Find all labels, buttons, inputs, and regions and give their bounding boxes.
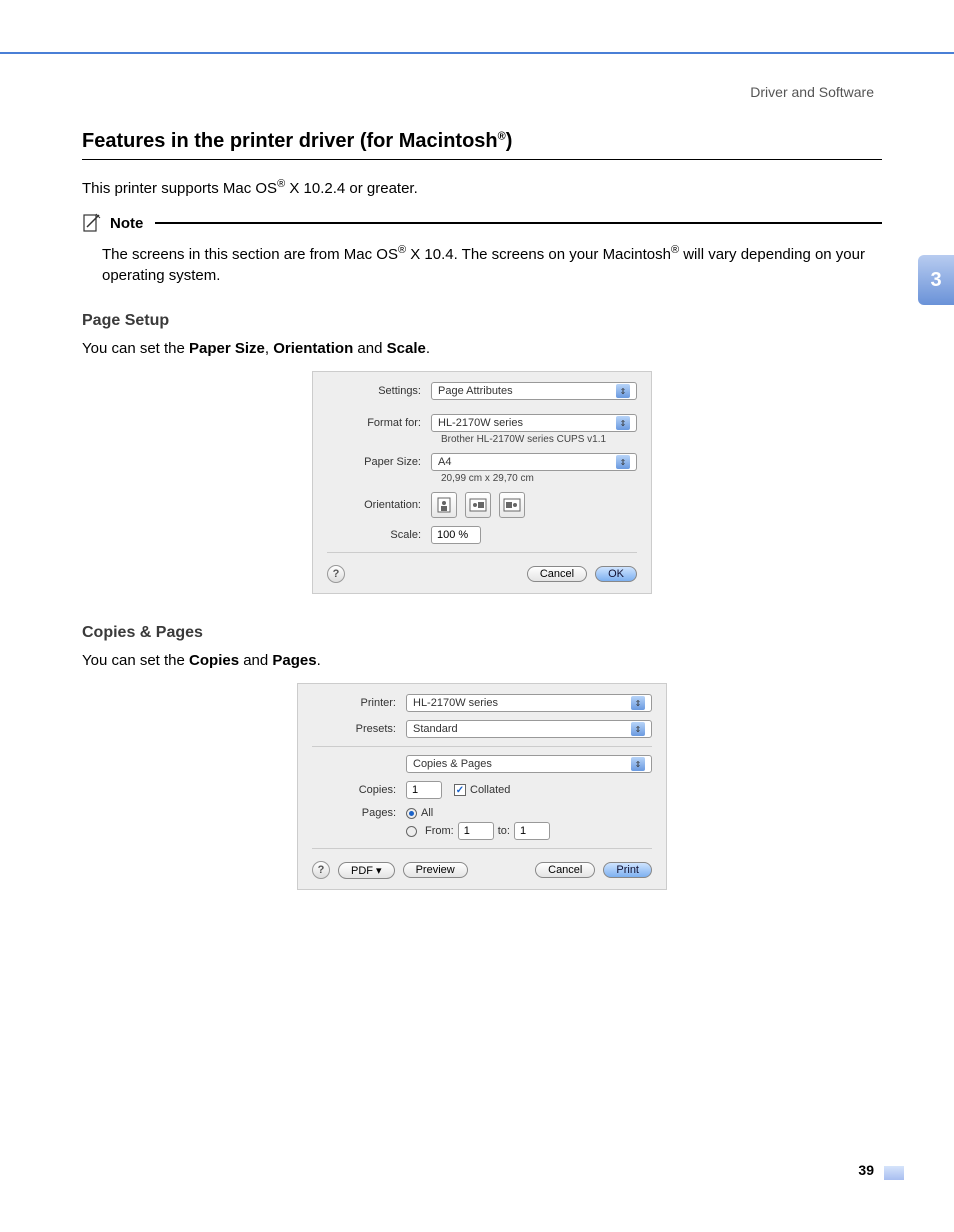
to-label: to: xyxy=(498,825,510,837)
page-setup-dialog: Settings: Page Attributes ⇕ Format for: … xyxy=(312,371,652,594)
chevron-updown-icon: ⇕ xyxy=(631,722,645,736)
paper-size-value: A4 xyxy=(438,456,451,468)
settings-value: Page Attributes xyxy=(438,385,513,397)
orientation-landscape-right-button[interactable] xyxy=(499,492,525,518)
section-page-setup-heading: Page Setup xyxy=(82,312,882,330)
desc-prefix: You can set the xyxy=(82,340,189,357)
chevron-updown-icon: ⇕ xyxy=(616,384,630,398)
page-number: 39 xyxy=(858,1162,874,1178)
section-value: Copies & Pages xyxy=(413,758,492,770)
note-body-a: The screens in this section are from Mac… xyxy=(102,246,398,263)
format-for-label: Format for: xyxy=(327,417,431,429)
note-label: Note xyxy=(110,215,143,232)
preview-button[interactable]: Preview xyxy=(403,862,468,878)
printer-value: HL-2170W series xyxy=(413,697,498,709)
orientation-landscape-left-button[interactable] xyxy=(465,492,491,518)
pages-from-input[interactable] xyxy=(458,822,494,840)
note-icon xyxy=(82,213,102,233)
from-label: From: xyxy=(425,825,454,837)
term-paper-size: Paper Size xyxy=(189,340,265,357)
divider xyxy=(312,848,652,849)
presets-value: Standard xyxy=(413,723,458,735)
chevron-updown-icon: ⇕ xyxy=(631,696,645,710)
collated-checkbox[interactable]: ✓ xyxy=(454,784,466,796)
term-pages: Pages xyxy=(272,652,316,669)
registered-mark: ® xyxy=(277,178,285,190)
cancel-button[interactable]: Cancel xyxy=(527,566,587,582)
section-copies-pages-heading: Copies & Pages xyxy=(82,624,882,642)
pages-all-label: All xyxy=(421,807,433,819)
chevron-updown-icon: ⇕ xyxy=(616,455,630,469)
intro-prefix: This printer supports Mac OS xyxy=(82,180,277,197)
term-orientation: Orientation xyxy=(273,340,353,357)
pages-all-radio[interactable] xyxy=(406,808,417,819)
settings-label: Settings: xyxy=(327,385,431,397)
paper-size-label: Paper Size: xyxy=(327,456,431,468)
paper-size-subtext: 20,99 cm x 29,70 cm xyxy=(441,473,637,484)
term-copies: Copies xyxy=(189,652,239,669)
divider xyxy=(327,552,637,553)
header-title: Driver and Software xyxy=(750,84,874,100)
chevron-updown-icon: ⇕ xyxy=(616,416,630,430)
note-divider xyxy=(155,222,882,224)
format-for-select[interactable]: HL-2170W series ⇕ xyxy=(431,414,637,432)
orientation-label: Orientation: xyxy=(327,499,431,511)
pages-to-input[interactable] xyxy=(514,822,550,840)
printer-select[interactable]: HL-2170W series ⇕ xyxy=(406,694,652,712)
heading-text-suffix: ) xyxy=(506,130,513,152)
heading-text-prefix: Features in the printer driver (for Maci… xyxy=(82,130,498,152)
cancel-button[interactable]: Cancel xyxy=(535,862,595,878)
registered-mark: ® xyxy=(498,130,506,142)
chapter-number-tab: 3 xyxy=(918,255,954,305)
sep: and xyxy=(353,340,386,357)
sep: and xyxy=(239,652,272,669)
sep: , xyxy=(265,340,273,357)
printer-label: Printer: xyxy=(312,697,406,709)
format-for-value: HL-2170W series xyxy=(438,417,523,429)
pages-label: Pages: xyxy=(312,807,406,819)
pages-from-radio[interactable] xyxy=(406,826,417,837)
paper-size-select[interactable]: A4 ⇕ xyxy=(431,453,637,471)
desc-prefix: You can set the xyxy=(82,652,189,669)
registered-mark: ® xyxy=(671,244,679,256)
scale-input[interactable] xyxy=(431,526,481,544)
ok-button[interactable]: OK xyxy=(595,566,637,582)
note-body: The screens in this section are from Mac… xyxy=(102,243,882,286)
help-button[interactable]: ? xyxy=(312,861,330,879)
format-for-subtext: Brother HL-2170W series CUPS v1.1 xyxy=(441,434,637,445)
page-title: Features in the printer driver (for Maci… xyxy=(82,130,882,160)
page-corner-decoration xyxy=(884,1166,904,1180)
chevron-updown-icon: ⇕ xyxy=(631,757,645,771)
orientation-portrait-button[interactable] xyxy=(431,492,457,518)
help-button[interactable]: ? xyxy=(327,565,345,583)
pdf-button[interactable]: PDF ▾ xyxy=(338,862,395,879)
print-dialog: Printer: HL-2170W series ⇕ Presets: Stan… xyxy=(297,683,667,890)
intro-suffix: X 10.2.4 or greater. xyxy=(285,180,418,197)
scale-label: Scale: xyxy=(327,529,431,541)
note-body-b: X 10.4. The screens on your Macintosh xyxy=(406,246,671,263)
registered-mark: ® xyxy=(398,244,406,256)
print-button[interactable]: Print xyxy=(603,862,652,878)
intro-text: This printer supports Mac OS® X 10.2.4 o… xyxy=(82,178,882,197)
section-select[interactable]: Copies & Pages ⇕ xyxy=(406,755,652,773)
collated-label: Collated xyxy=(470,784,510,796)
desc-suffix: . xyxy=(426,340,430,357)
section-page-setup-desc: You can set the Paper Size, Orientation … xyxy=(82,340,882,357)
presets-label: Presets: xyxy=(312,723,406,735)
term-scale: Scale xyxy=(387,340,426,357)
desc-suffix: . xyxy=(317,652,321,669)
section-copies-pages-desc: You can set the Copies and Pages. xyxy=(82,652,882,669)
presets-select[interactable]: Standard ⇕ xyxy=(406,720,652,738)
copies-input[interactable] xyxy=(406,781,442,799)
divider xyxy=(312,746,652,747)
copies-label: Copies: xyxy=(312,784,406,796)
settings-select[interactable]: Page Attributes ⇕ xyxy=(431,382,637,400)
